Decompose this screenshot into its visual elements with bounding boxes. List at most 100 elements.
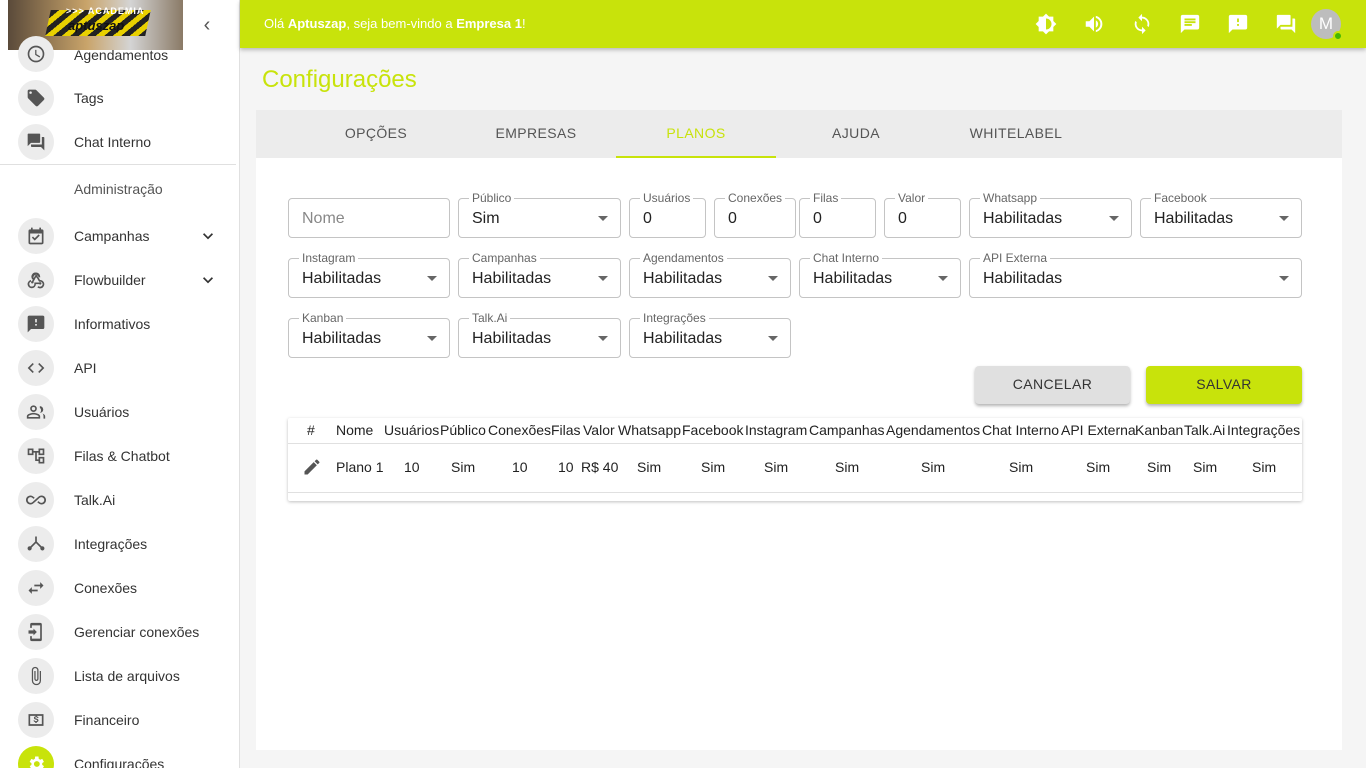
sidebar-item-label: Financeiro [74,712,140,728]
table-header: Whatsapp [618,422,682,438]
volume-icon[interactable] [1082,12,1106,36]
tab-whitelabel[interactable]: WHITELABEL [936,110,1096,158]
kanban-select[interactable]: Kanban Habilitadas [288,311,450,358]
table-divider [288,443,1302,444]
publico-select[interactable]: Público Sim [458,191,621,238]
valor-input[interactable]: Valor 0 [884,191,961,238]
sidebar-item-api[interactable]: API [0,346,238,390]
sidebar-item-campanhas[interactable]: Campanhas [0,214,238,258]
conexoes-input[interactable]: Conexões 0 [714,191,796,238]
sidebar-item-informativos[interactable]: Informativos [0,302,238,346]
sidebar-divider [0,164,236,165]
tab-planos[interactable]: PLANOS [616,110,776,158]
sidebar-item-label: Integrações [74,536,148,552]
sidebar-item-financeiro[interactable]: Financeiro [0,698,238,742]
talkai-select[interactable]: Talk.Ai Habilitadas [458,311,621,358]
clock-icon [18,36,54,72]
campanhas-select[interactable]: Campanhas Habilitadas [458,251,621,298]
instagram-select[interactable]: Instagram Habilitadas [288,251,450,298]
tag-icon [18,80,54,116]
table-header: Filas [551,422,581,438]
whatsapp-select[interactable]: Whatsapp Habilitadas [969,191,1132,238]
chevron-down-icon[interactable] [198,270,218,290]
collapse-sidebar-chevron-left-icon[interactable]: ‹ [196,14,218,36]
dropdown-arrow-icon [768,336,778,341]
chat-interno-select[interactable]: Chat Interno Habilitadas [799,251,961,298]
tab-empresas[interactable]: EMPRESAS [456,110,616,158]
refresh-icon[interactable] [1130,12,1154,36]
gear-icon [18,746,54,768]
sidebar-item-label: Chat Interno [74,134,152,150]
table-cell: Sim [835,459,860,475]
messages-icon[interactable] [1178,12,1202,36]
sidebar-item-gerenciar-conexoes[interactable]: Gerenciar conexões [0,610,238,654]
phone-settings-icon [18,614,54,650]
table-cell: Sim [637,459,662,475]
table-header: Facebook [682,422,744,438]
sidebar-item-talkai[interactable]: Talk.Ai [0,478,238,522]
filas-input[interactable]: Filas 0 [799,191,876,238]
calendar-check-icon [18,218,54,254]
save-button[interactable]: SALVAR [1146,366,1302,404]
table-cell: Sim [1252,459,1277,475]
sidebar-item-label: Usuários [74,404,130,420]
user-avatar[interactable]: M [1311,9,1343,41]
cancel-button[interactable]: CANCELAR [975,366,1130,404]
sidebar-item-label: API [74,360,97,376]
sidebar-item-filas-chatbot[interactable]: Filas & Chatbot [0,434,238,478]
edit-pencil-icon[interactable] [302,457,322,477]
sidebar-item-label: Lista de arquivos [74,668,180,684]
tab-ajuda[interactable]: AJUDA [776,110,936,158]
table-header: Agendamentos [886,422,981,438]
api-externa-select[interactable]: API Externa Habilitadas [969,251,1302,298]
table-cell: 10 [404,459,420,475]
sidebar-item-conexoes[interactable]: Conexões [0,566,238,610]
table-cell: Sim [1009,459,1034,475]
sidebar-item-lista-arquivos[interactable]: Lista de arquivos [0,654,238,698]
page-title: Configurações [262,66,417,93]
people-icon [18,394,54,430]
facebook-select[interactable]: Facebook Habilitadas [1140,191,1302,238]
integracoes-select[interactable]: Integrações Habilitadas [629,311,791,358]
merge-icon [18,526,54,562]
tab-opcoes[interactable]: OPÇÕES [296,110,456,158]
table-header: Público [440,422,486,438]
settings-tabs: OPÇÕES EMPRESAS PLANOS AJUDA WHITELABEL [256,110,1342,158]
sidebar-item-label: Gerenciar conexões [74,624,200,640]
table-header: Valor [583,422,615,438]
nome-input[interactable]: Nome [288,198,450,238]
sidebar-item-tags[interactable]: Tags [0,76,238,120]
chat-icon[interactable] [1274,12,1298,36]
webhook-icon [18,262,54,298]
usuarios-input[interactable]: Usuários 0 [629,191,706,238]
logo-text-top: >>> ACADEMIA [66,6,145,16]
sidebar-item-flowbuilder[interactable]: Flowbuilder [0,258,238,302]
table-cell: Sim [921,459,946,475]
chevron-down-icon[interactable] [198,226,218,246]
dropdown-arrow-icon [768,276,778,281]
sidebar-section-administracao: Administração [74,181,163,197]
sidebar-item-label: Tags [74,90,104,106]
chat-icon [18,124,54,160]
table-cell: Sim [451,459,476,475]
sidebar-item-agendamentos[interactable]: Agendamentos [0,34,238,74]
sidebar-item-integracoes[interactable]: Integrações [0,522,238,566]
dropdown-arrow-icon [1109,216,1119,221]
paperclip-icon [18,658,54,694]
sidebar-item-configuracoes[interactable]: Configurações [0,742,238,768]
infinity-icon [18,482,54,518]
announcement-icon[interactable] [1226,12,1250,36]
sidebar: >>> ACADEMIA aptuszap ‹ Agendamentos Tag… [0,0,240,768]
table-header: Integrações [1227,422,1301,438]
sidebar-item-label: Conexões [74,580,138,596]
dropdown-arrow-icon [598,216,608,221]
agendamentos-select[interactable]: Agendamentos Habilitadas [629,251,791,298]
table-cell: Sim [1147,459,1172,475]
dropdown-arrow-icon [598,336,608,341]
logo-text-main: aptuszap [68,18,125,33]
sidebar-item-label: Agendamentos [74,47,169,63]
theme-toggle-brightness-icon[interactable] [1034,12,1058,36]
sidebar-item-chat-interno[interactable]: Chat Interno [0,120,238,164]
table-header: Kanban [1135,422,1184,438]
sidebar-item-usuarios[interactable]: Usuários [0,390,238,434]
